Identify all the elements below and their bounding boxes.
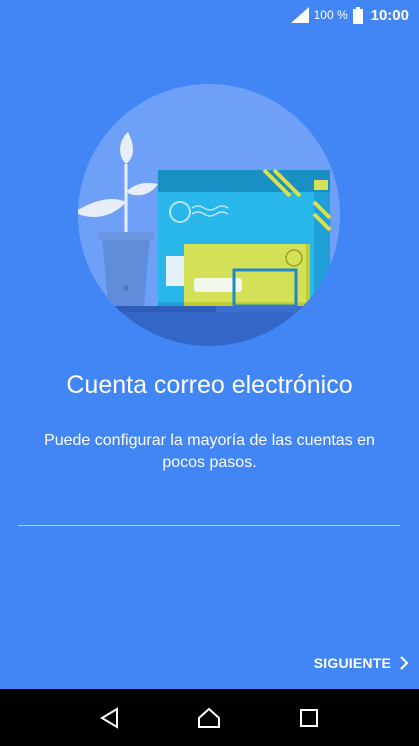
- chevron-right-icon: [400, 656, 409, 670]
- recents-icon: [300, 708, 319, 727]
- home-icon: [198, 707, 221, 728]
- page-title: Cuenta correo electrónico: [66, 371, 353, 399]
- signal-icon: [290, 7, 309, 23]
- next-button-label: SIGUIENTE: [313, 655, 391, 671]
- navigation-bar: [0, 689, 419, 746]
- next-button[interactable]: SIGUIENTE: [312, 648, 411, 678]
- clock: 10:00: [370, 6, 409, 24]
- recents-button[interactable]: [289, 698, 329, 738]
- home-button[interactable]: [189, 698, 229, 738]
- back-button[interactable]: [90, 698, 130, 738]
- page-description: Puede configurar la mayoría de las cuent…: [44, 432, 375, 471]
- divider: [18, 525, 400, 526]
- status-bar: 100 % 10:00: [0, 0, 419, 30]
- email-illustration: [78, 84, 340, 346]
- battery-icon: [352, 6, 363, 24]
- battery-level: 100 %: [313, 8, 348, 22]
- back-icon: [99, 706, 118, 729]
